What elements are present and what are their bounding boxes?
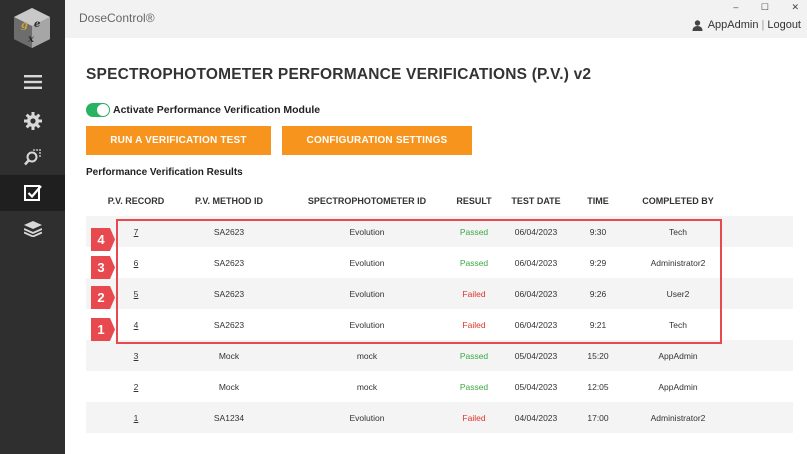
svg-text:x: x [27,34,35,45]
activate-module-toggle[interactable] [86,103,110,117]
annotation-badge: 1 [91,318,115,341]
sidebar: g e x [0,0,65,454]
logout-link[interactable]: Logout [767,19,801,31]
spectrophotometer-id-cell: mock [356,381,378,392]
top-bar: DoseControl® ‒ ☐ ✕ AppAdmin | Logout [65,0,807,38]
result-cell: Passed [459,350,489,361]
time-cell: 17:00 [587,412,609,423]
header-test-date: TEST DATE [511,196,561,206]
checkbox-icon [23,185,42,201]
user-name: AppAdmin [707,19,759,31]
close-button[interactable]: ✕ [791,2,799,12]
table-row[interactable]: 1 SA1234 Evolution Failed 04/04/2023 17:… [86,402,793,433]
menu-icon [23,75,42,89]
user-area: AppAdmin | Logout [692,19,801,31]
sidebar-item-menu[interactable] [0,64,65,100]
sidebar-item-layers[interactable] [0,211,65,247]
module-toggle-row: Activate Performance Verification Module [86,103,320,117]
spectrophotometer-id-cell: mock [356,350,378,361]
test-date-cell: 05/04/2023 [514,350,558,361]
pv-record-link[interactable]: 2 [90,371,182,402]
user-separator: | [761,19,765,31]
section-heading: Performance Verification Results [86,167,243,178]
user-icon [692,19,703,31]
sidebar-item-search[interactable] [0,139,65,175]
result-cell: Failed [462,412,486,423]
run-verification-test-button[interactable]: RUN A VERIFICATION TEST [86,126,271,155]
search-icon [23,149,41,166]
configuration-settings-button[interactable]: CONFIGURATION SETTINGS [282,126,472,155]
badge-number: 2 [97,290,105,305]
sidebar-item-settings[interactable] [0,103,65,139]
time-cell: 12:05 [587,381,609,392]
method-id-cell: Mock [218,350,240,361]
layers-icon [23,221,42,237]
header-spectrophotometer-id: SPECTROPHOTOMETER ID [307,196,427,206]
sidebar-item-verification[interactable] [0,175,65,211]
gear-icon [23,112,42,130]
method-id-cell: Mock [218,381,240,392]
header-pv-method-id: P.V. METHOD ID [194,196,264,206]
time-cell: 15:20 [587,350,609,361]
app-title: DoseControl® [79,11,155,25]
header-pv-record: P.V. RECORD [107,196,165,206]
app-logo: g e x [10,6,54,50]
window-controls: ‒ ☐ ✕ [713,2,799,13]
page-title: SPECTROPHOTOMETER PERFORMANCE VERIFICATI… [86,66,592,83]
completed-by-cell: AppAdmin [658,381,698,392]
test-date-cell: 05/04/2023 [514,381,558,392]
svg-text:e: e [34,19,40,30]
completed-by-cell: Administrator2 [650,412,706,423]
annotation-badge: 2 [91,286,115,309]
spectrophotometer-id-cell: Evolution [349,412,385,423]
minimize-button[interactable]: ‒ [733,2,738,12]
pv-record-link[interactable]: 3 [90,340,182,371]
badge-number: 1 [97,322,105,337]
table-row[interactable]: 2 Mock mock Passed 05/04/2023 12:05 AppA… [86,371,793,402]
method-id-cell: SA1234 [213,412,245,423]
table-header: P.V. RECORD P.V. METHOD ID SPECTROPHOTOM… [86,186,793,216]
annotation-badge: 4 [91,228,115,251]
svg-text:g: g [21,20,28,31]
maximize-button[interactable]: ☐ [761,2,769,12]
annotation-badge: 3 [91,256,115,279]
header-completed-by: COMPLETED BY [642,196,714,206]
badge-number: 4 [97,232,105,247]
table-row[interactable]: 3 Mock mock Passed 05/04/2023 15:20 AppA… [86,340,793,371]
result-cell: Passed [459,381,489,392]
header-time: TIME [587,196,609,206]
highlight-box [116,219,722,344]
pv-record-link[interactable]: 1 [90,402,182,433]
header-result: RESULT [456,196,492,206]
completed-by-cell: AppAdmin [658,350,698,361]
toggle-label: Activate Performance Verification Module [113,104,321,116]
test-date-cell: 04/04/2023 [514,412,558,423]
badge-number: 3 [97,260,105,275]
